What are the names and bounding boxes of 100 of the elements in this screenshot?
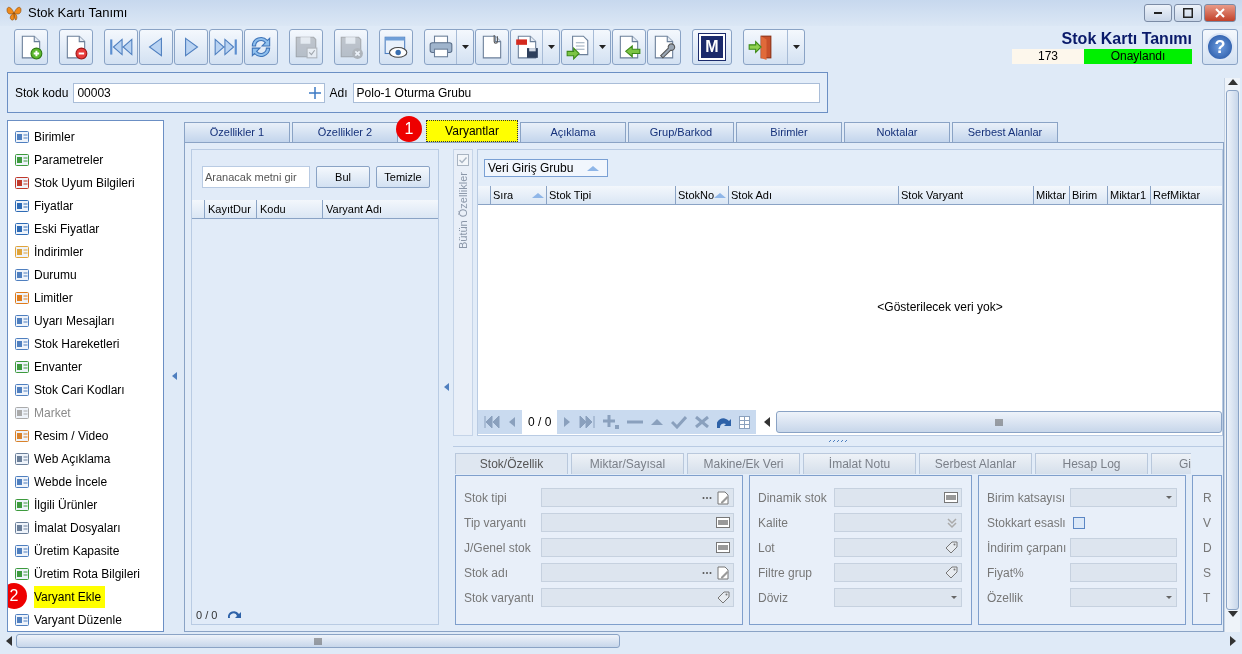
- sidebar-item[interactable]: Stok Hareketleri: [12, 332, 163, 355]
- tab[interactable]: Açıklama: [520, 122, 626, 142]
- new-document-button[interactable]: [14, 29, 48, 65]
- tab[interactable]: Birimler: [736, 122, 842, 142]
- delete-document-button[interactable]: [59, 29, 93, 65]
- sidebar-item[interactable]: Resim / Video: [12, 424, 163, 447]
- column-header[interactable]: Miktar1: [1107, 186, 1150, 204]
- tab[interactable]: Özellikler 1: [184, 122, 290, 142]
- dropdown-field[interactable]: [1069, 588, 1177, 607]
- dropdown-field[interactable]: [834, 588, 962, 607]
- sidebar-item[interactable]: Varyant Ekle: [34, 585, 106, 608]
- scrollbar-thumb[interactable]: [1226, 90, 1239, 610]
- checkbox[interactable]: [1073, 516, 1085, 529]
- tag-icon: [945, 541, 958, 554]
- barcode-field[interactable]: [834, 488, 962, 507]
- tag-field[interactable]: [834, 563, 962, 582]
- next-icon[interactable]: [563, 416, 572, 429]
- sidebar-item[interactable]: Üretim Kapasite: [12, 539, 163, 562]
- barcode-field[interactable]: [541, 513, 734, 532]
- sidebar-item[interactable]: İmalat Dosyaları: [12, 516, 163, 539]
- tab[interactable]: Noktalar: [844, 122, 950, 142]
- minimize-button[interactable]: [1144, 4, 1172, 22]
- add-icon[interactable]: [603, 415, 620, 430]
- wrench-button[interactable]: [647, 29, 681, 65]
- tab[interactable]: Grup/Barkod: [628, 122, 734, 142]
- sidebar-item[interactable]: Limitler: [12, 286, 163, 309]
- tab[interactable]: Varyantlar: [426, 120, 518, 142]
- move-up-icon[interactable]: [651, 418, 664, 427]
- sidebar-item[interactable]: Varyant Düzenle: [12, 608, 163, 631]
- column-header[interactable]: Kodu: [256, 200, 322, 218]
- sidebar-item[interactable]: Web Açıklama: [12, 447, 163, 470]
- scrollbar-thumb[interactable]: [776, 411, 1222, 434]
- exit-door-button[interactable]: [743, 29, 805, 65]
- tab[interactable]: Özellikler 2: [292, 122, 398, 142]
- first-button[interactable]: [104, 29, 138, 65]
- maximize-button[interactable]: [1174, 4, 1202, 22]
- sidebar-item[interactable]: Stok Uyum Bilgileri: [12, 171, 163, 194]
- refresh-button[interactable]: [244, 29, 278, 65]
- stock-code-field[interactable]: 00003: [73, 82, 325, 103]
- export-button[interactable]: [561, 29, 611, 65]
- confirm-icon[interactable]: [671, 415, 688, 429]
- printer-button[interactable]: [424, 29, 474, 65]
- next-button[interactable]: [174, 29, 208, 65]
- sidebar-item[interactable]: Birimler: [12, 125, 163, 148]
- cancel-icon[interactable]: [695, 416, 710, 429]
- sidebar-item[interactable]: Envanter: [12, 355, 163, 378]
- find-button[interactable]: Bul: [316, 166, 370, 188]
- close-button[interactable]: [1204, 4, 1236, 22]
- clear-button[interactable]: Temizle: [376, 166, 430, 188]
- lookup-field[interactable]: [541, 488, 734, 507]
- column-header[interactable]: Stok Tipi: [546, 186, 675, 204]
- search-field[interactable]: Aranacak metni gir: [202, 166, 310, 188]
- column-header[interactable]: Miktar: [1033, 186, 1069, 204]
- column-header[interactable]: Sıra: [490, 186, 546, 204]
- column-header[interactable]: KayıtDur: [204, 200, 256, 218]
- tag-icon: [717, 591, 730, 604]
- column-header[interactable]: Stok Varyant: [898, 186, 1033, 204]
- previous-icon[interactable]: [508, 416, 516, 429]
- column-header[interactable]: RefMiktar: [1150, 186, 1210, 204]
- sidebar-item[interactable]: Parametreler: [12, 148, 163, 171]
- scrollbar-thumb[interactable]: [16, 634, 620, 648]
- redo-icon[interactable]: [717, 416, 732, 428]
- last-icon[interactable]: [579, 415, 596, 430]
- tag-field[interactable]: [834, 538, 962, 557]
- sidebar-item[interactable]: İndirimler: [12, 240, 163, 263]
- column-header[interactable]: Birim: [1069, 186, 1107, 204]
- tab[interactable]: Serbest Alanlar: [952, 122, 1058, 142]
- column-header[interactable]: StokNo: [675, 186, 728, 204]
- tag-field[interactable]: [541, 588, 734, 607]
- import-button[interactable]: [612, 29, 646, 65]
- lookup-field[interactable]: [541, 563, 734, 582]
- sidebar-item[interactable]: İlgili Ürünler: [12, 493, 163, 516]
- columns-icon[interactable]: [739, 415, 751, 429]
- barcode-field[interactable]: [541, 538, 734, 557]
- column-header[interactable]: Stok Adı: [728, 186, 898, 204]
- sidebar-item[interactable]: Uyarı Mesajları: [12, 309, 163, 332]
- first-icon[interactable]: [484, 415, 500, 430]
- previous-button[interactable]: [139, 29, 173, 65]
- sidebar-item[interactable]: Fiyatlar: [12, 194, 163, 217]
- input-field[interactable]: [1070, 538, 1177, 557]
- sidebar-item[interactable]: Stok Cari Kodları: [12, 378, 163, 401]
- tab[interactable]: Stok/Özellik: [455, 453, 568, 474]
- column-header[interactable]: Varyant Adı: [322, 200, 438, 218]
- dropdown-field[interactable]: [1069, 488, 1177, 507]
- last-button[interactable]: [209, 29, 243, 65]
- remove-icon[interactable]: [627, 420, 644, 425]
- pdf-document-button[interactable]: [510, 29, 560, 65]
- group-by-button[interactable]: Veri Giriş Grubu: [484, 159, 609, 177]
- preview-button[interactable]: [379, 29, 413, 65]
- name-field[interactable]: Polo-1 Oturma Grubu: [352, 82, 820, 103]
- sidebar-item[interactable]: Durumu: [12, 263, 163, 286]
- module-button[interactable]: M: [692, 29, 732, 65]
- help-button[interactable]: ?: [1202, 29, 1238, 65]
- item-icon: [14, 128, 30, 145]
- input-field[interactable]: [1069, 563, 1177, 582]
- attachment-button[interactable]: [475, 29, 509, 65]
- sidebar-item[interactable]: Eski Fiyatlar: [12, 217, 163, 240]
- sidebar-item[interactable]: Webde İncele: [12, 470, 163, 493]
- sidebar-item[interactable]: Üretim Rota Bilgileri: [12, 562, 163, 585]
- checkbox[interactable]: [457, 154, 469, 166]
